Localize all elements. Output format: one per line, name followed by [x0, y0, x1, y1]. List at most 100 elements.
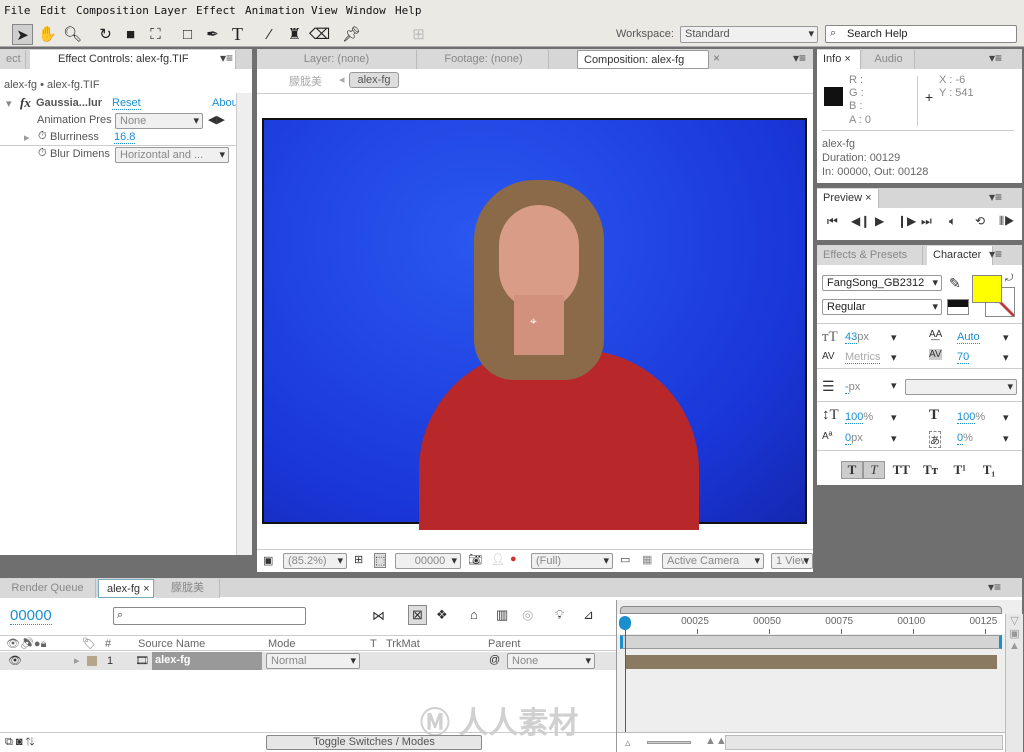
loop-icon[interactable]: ⟲	[975, 214, 985, 228]
blur-dimensions-dropdown[interactable]: Horizontal and ...	[115, 147, 229, 163]
layer-search-input[interactable]: ⌕	[113, 607, 306, 625]
toggle-transparency-icon[interactable]: ▦	[642, 553, 652, 566]
panel-menu-icon[interactable]: ▾≡	[989, 190, 1002, 204]
layer-duration-bar[interactable]	[625, 655, 997, 669]
all-caps-button[interactable]: TT	[888, 462, 914, 478]
first-frame-icon[interactable]: ⏮	[827, 214, 838, 229]
snapshot-icon[interactable]: 📷︎	[468, 553, 482, 566]
expand-arrow-icon[interactable]: ▸	[24, 131, 30, 144]
about-link[interactable]: Abou	[212, 97, 238, 109]
dropdown-arrow-icon[interactable]: ▾	[891, 411, 897, 424]
label-color-swatch[interactable]	[87, 656, 97, 666]
brainstorm-icon[interactable]: 💡︎	[555, 607, 564, 623]
toggle-layer-switches-icon[interactable]: ⧉ ◙ ⇅	[5, 736, 34, 749]
panel-menu-icon[interactable]: ▾≡	[988, 580, 1001, 594]
puppet-pin-tool-icon[interactable]: 📌︎	[341, 24, 362, 45]
tab-timeline-comp[interactable]: 朦胧美	[156, 579, 220, 598]
next-frame-icon[interactable]: ❙▶	[897, 214, 916, 228]
eye-icon[interactable]: 👁︎	[8, 654, 22, 667]
tab-composition[interactable]: Composition: alex-fg	[577, 50, 709, 69]
layer-row[interactable]: 👁︎ ▸ 1 🎞︎ alex-fg Normal @ None	[0, 652, 616, 670]
tab-timeline-alex-fg[interactable]: alex-fg ×	[98, 579, 154, 598]
dropdown-arrow-icon[interactable]: ▾	[891, 379, 897, 392]
menu-help[interactable]: Help	[395, 4, 422, 17]
draft-3d-icon[interactable]: ❖	[436, 607, 448, 623]
motion-blur-icon[interactable]: ◎	[522, 607, 533, 623]
scrollbar[interactable]	[236, 93, 252, 555]
ram-preview-icon[interactable]: ⫴▶	[999, 214, 1015, 229]
zoom-slider[interactable]	[647, 741, 691, 744]
camera-tool-icon[interactable]: ■	[120, 24, 141, 45]
clone-stamp-tool-icon[interactable]: ♜	[284, 24, 305, 45]
dropdown-arrow-icon[interactable]: ▾	[891, 331, 897, 344]
menu-layer[interactable]: Layer	[154, 4, 187, 17]
selection-tool-icon[interactable]: ➤	[12, 24, 33, 45]
tab-audio[interactable]: Audio	[863, 50, 915, 69]
zoom-out-icon[interactable]: ▵	[625, 736, 631, 749]
dropdown-arrow-icon[interactable]: ▾	[891, 351, 897, 364]
flowchart-parent-comp[interactable]: 朦胧美	[289, 73, 322, 89]
always-preview-icon[interactable]: ▣	[263, 554, 273, 567]
panel-menu-icon[interactable]: ▾≡	[989, 51, 1002, 65]
resolution-dropdown[interactable]: (Full)	[531, 553, 613, 569]
tab-effect-controls[interactable]: Effect Controls: alex-fg.TIF	[30, 50, 236, 69]
grid-guides-icon[interactable]: ⊞	[354, 553, 363, 566]
close-tab-icon[interactable]: ×	[713, 51, 720, 65]
tab-project[interactable]: ect	[0, 50, 26, 69]
parent-dropdown[interactable]: None	[507, 653, 595, 669]
tab-character[interactable]: Character	[927, 246, 993, 265]
composition-mini-flowchart-icon[interactable]: ⋈	[372, 608, 385, 624]
composition-canvas[interactable]: ⌖	[262, 118, 807, 530]
pickwhip-icon[interactable]: @	[489, 654, 500, 666]
channels-icon[interactable]: ●	[510, 553, 517, 565]
pen-tool-icon[interactable]: ✒	[202, 24, 223, 45]
tab-preview[interactable]: Preview ×	[817, 189, 879, 208]
hide-shy-layers-icon[interactable]: ⌂	[470, 607, 478, 622]
anchor-point-icon[interactable]: ⌖	[530, 314, 537, 329]
live-update-icon[interactable]: ⊠	[408, 605, 427, 625]
frame-blending-icon[interactable]: ▥	[496, 607, 508, 623]
kerning-value[interactable]: Metrics	[845, 351, 881, 364]
horizontal-scrollbar[interactable]	[725, 735, 1003, 750]
dropdown-arrow-icon[interactable]: ▾	[1003, 432, 1009, 445]
blurriness-value[interactable]: 16.8	[114, 131, 136, 144]
tracking-value[interactable]: 70	[957, 351, 970, 364]
fill-color-swatch[interactable]	[972, 275, 1002, 303]
brush-tool-icon[interactable]: ⁄	[259, 24, 280, 45]
axis-mode-icon[interactable]: ⊞ ● ⤡	[408, 24, 429, 85]
menu-composition[interactable]: Composition	[76, 4, 149, 17]
leading-value[interactable]: Auto	[957, 331, 980, 344]
font-style-dropdown[interactable]: Regular	[822, 299, 942, 315]
tab-info[interactable]: Info ×	[817, 50, 861, 69]
preset-nav-arrows-icon[interactable]: ◀▶	[208, 113, 225, 126]
graph-editor-icon[interactable]: ⊿	[583, 607, 594, 623]
blend-mode-dropdown[interactable]: Normal	[266, 653, 360, 669]
region-of-interest-icon[interactable]: ▭	[620, 553, 630, 566]
eraser-tool-icon[interactable]: ⌫	[309, 24, 330, 45]
stopwatch-icon[interactable]: ⏱	[38, 147, 47, 160]
tab-effects-presets[interactable]: Effects & Presets	[817, 246, 923, 265]
toggle-switches-modes-button[interactable]: Toggle Switches / Modes	[266, 735, 482, 750]
menu-effect[interactable]: Effect	[196, 4, 236, 17]
layer-name[interactable]: alex-fg	[152, 652, 262, 670]
swap-colors-icon[interactable]: ⤾	[1005, 273, 1013, 284]
font-size-value[interactable]: 43	[845, 331, 858, 344]
tab-footage[interactable]: Footage: (none)	[419, 50, 549, 69]
expand-arrow-icon[interactable]: ▸	[74, 654, 80, 667]
menu-animation[interactable]: Animation	[245, 4, 305, 17]
search-help-input[interactable]: ⌕ Search Help	[825, 25, 1017, 43]
menu-file[interactable]: File	[4, 4, 31, 17]
transparency-grid-icon[interactable]: ⬚	[374, 553, 387, 568]
menu-window[interactable]: Window	[346, 4, 386, 17]
fx-icon[interactable]: fx	[20, 95, 31, 111]
panel-menu-icon[interactable]: ▾≡	[220, 51, 233, 65]
camera-dropdown[interactable]: Active Camera	[662, 553, 764, 569]
tab-render-queue[interactable]: Render Queue	[0, 579, 96, 598]
eyedropper-icon[interactable]: ✎	[949, 275, 961, 292]
panel-menu-icon[interactable]: ▾≡	[793, 51, 806, 65]
menu-view[interactable]: View	[311, 4, 338, 17]
views-dropdown[interactable]: 1 View	[771, 553, 813, 569]
dropdown-arrow-icon[interactable]: ▾	[1003, 331, 1009, 344]
dropdown-arrow-icon[interactable]: ▾	[1003, 351, 1009, 364]
panel-menu-icon[interactable]: ▾≡	[989, 247, 1002, 261]
